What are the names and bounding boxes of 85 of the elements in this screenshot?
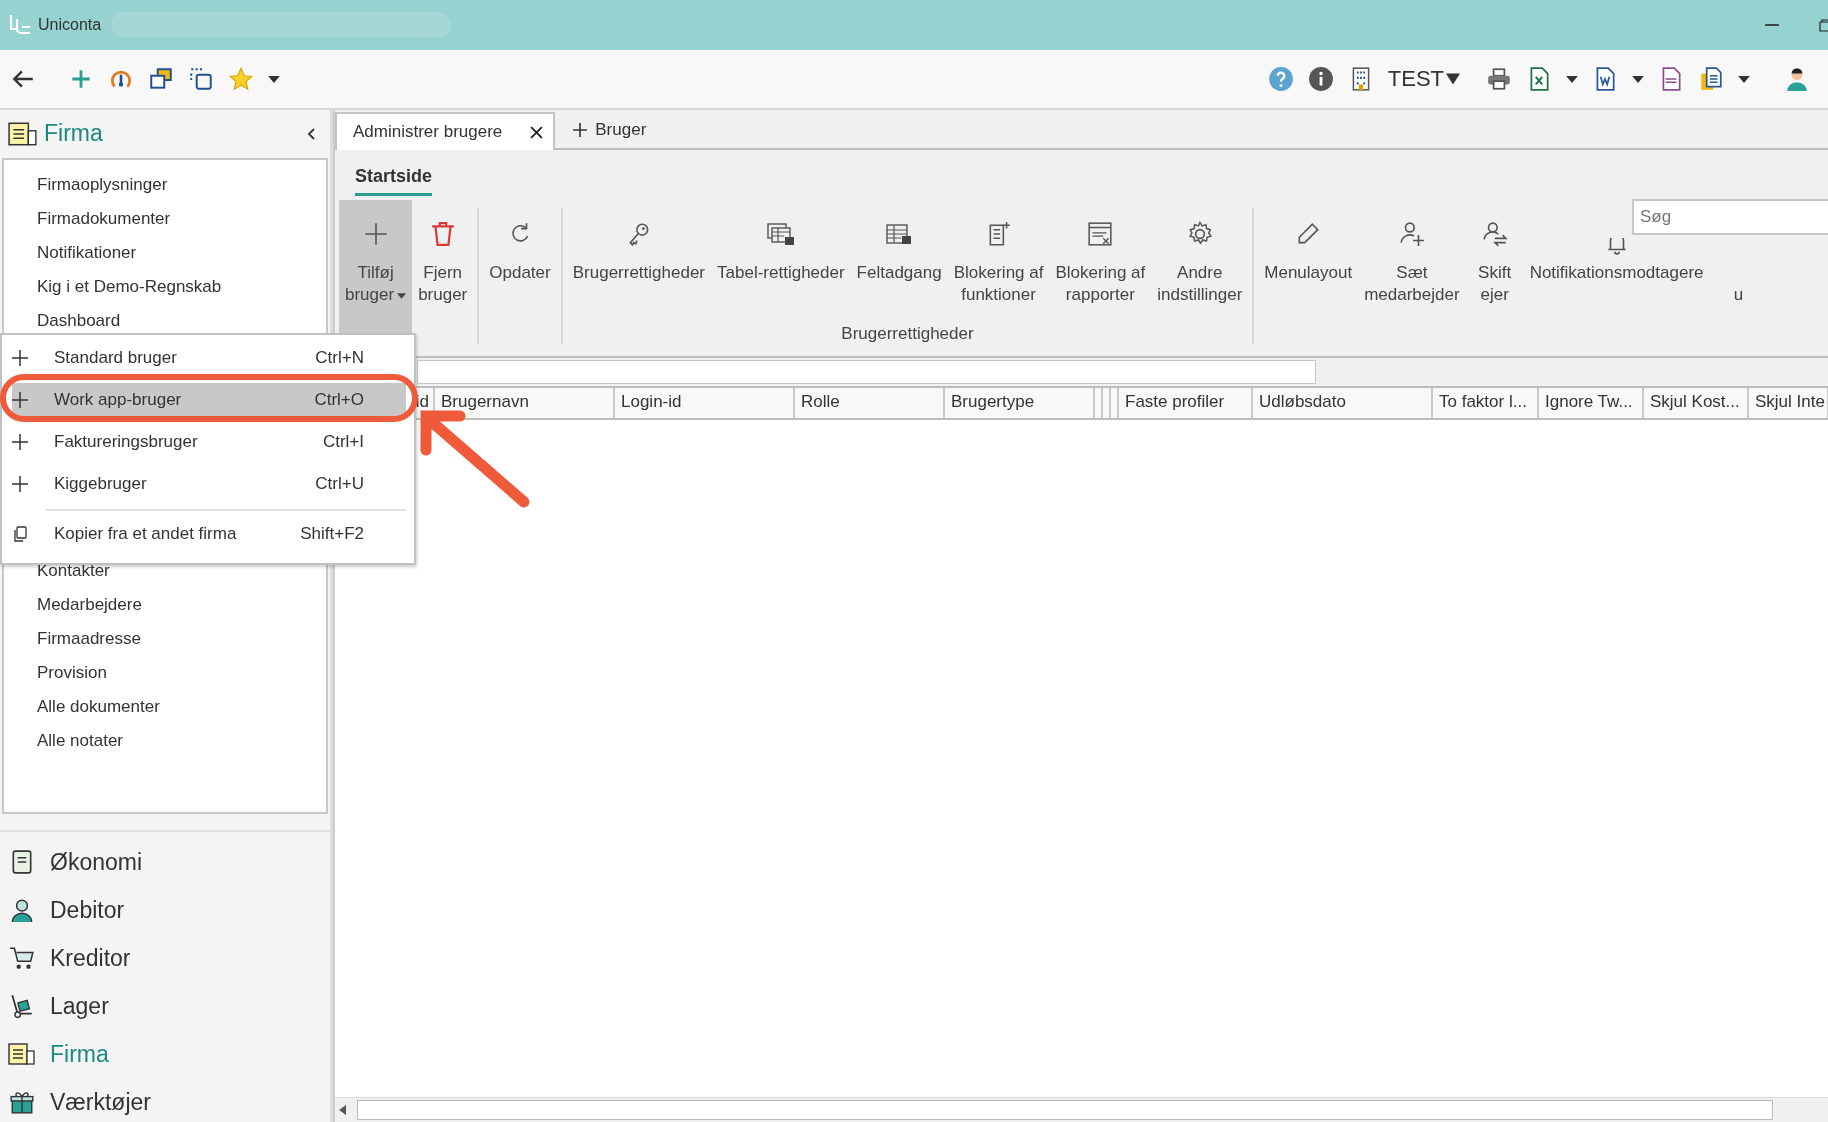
company-name[interactable]: TEST	[1387, 66, 1444, 92]
sidebar-item[interactable]: Firmadokumenter	[4, 201, 171, 236]
search-field[interactable]: Søg	[1632, 199, 1828, 235]
ribbon-button[interactable]: Andre indstillinger	[1151, 200, 1249, 318]
sidebar-item[interactable]: Alle notater	[4, 723, 123, 758]
sidebar-item[interactable]: Kig i et Demo-Regnskab	[4, 269, 222, 304]
plus-icon	[12, 476, 28, 492]
ribbon-tab[interactable]: Startside	[355, 166, 433, 196]
menu-item[interactable]: Faktureringsbruger Ctrl+I	[2, 425, 406, 459]
ribbon-button[interactable]: Feltadgang	[850, 200, 948, 318]
horizontal-scrollbar[interactable]	[335, 1097, 1828, 1122]
ribbon-button[interactable]: u	[1709, 238, 1768, 318]
module-item[interactable]: Lager	[0, 986, 119, 1026]
ribbon-button[interactable]: Skift ejer	[1465, 200, 1524, 318]
close-icon[interactable]	[530, 125, 544, 139]
ribbon-button[interactable]: Notifikationsmodtagere	[1523, 238, 1710, 318]
sidebar-item[interactable]: Firmaadresse	[4, 621, 141, 656]
plus-icon	[12, 350, 28, 366]
ribbon-button[interactable]: Menulayout	[1258, 200, 1359, 318]
table-icon	[885, 221, 914, 247]
module-item[interactable]: Firma	[0, 1034, 119, 1074]
ribbon-button[interactable]: Fjern bruger	[412, 200, 474, 318]
caret-icon[interactable]	[1738, 75, 1750, 83]
app-logo	[8, 13, 32, 37]
ribbon-button[interactable]: Brugerrettigheder	[566, 200, 712, 318]
plus-icon	[573, 123, 588, 137]
column-header[interactable]: Udløbsdato	[1253, 388, 1433, 418]
ribbon-button[interactable]: Tabel-rettigheder	[711, 200, 851, 318]
info-icon[interactable]	[1307, 66, 1334, 92]
caret-icon[interactable]	[1566, 75, 1578, 83]
restore-icon[interactable]	[1818, 18, 1828, 32]
column-header[interactable]: Faste profiler	[1119, 388, 1253, 418]
ribbon-button[interactable]: Sæt medarbejder	[1358, 200, 1466, 318]
column-header[interactable]: Ignore Tw...	[1539, 388, 1644, 418]
user-plus-icon	[1397, 221, 1426, 247]
window-title: Uniconta	[38, 16, 102, 34]
column-header[interactable]: Skjul Kost...	[1644, 388, 1749, 418]
sidebar-item[interactable]: Provision	[4, 655, 107, 690]
report-x-icon	[1086, 221, 1115, 247]
module-item[interactable]: Debitor	[0, 890, 135, 930]
copy-icon	[12, 526, 28, 542]
user-avatar-icon[interactable]	[1784, 66, 1810, 92]
column-header[interactable]: Rolle	[795, 388, 945, 418]
module-item[interactable]: Kreditor	[0, 938, 141, 978]
menu-item[interactable]: Work app-bruger Ctrl+O	[12, 383, 406, 417]
gift-icon	[8, 1089, 36, 1115]
sidebar-item[interactable]: Medarbejdere	[4, 587, 142, 622]
plus-icon	[12, 392, 28, 408]
scrollbar-thumb[interactable]	[357, 1100, 1773, 1120]
caret-icon	[397, 292, 407, 299]
ribbon-button[interactable]: Opdater	[483, 200, 557, 318]
company-icon	[8, 120, 38, 147]
printer-icon[interactable]	[1486, 66, 1512, 92]
tables-icon	[766, 221, 795, 247]
module-item[interactable]: Værktøjer	[0, 1082, 161, 1122]
sidebar-title: Firma	[44, 120, 103, 148]
column-header[interactable]: Login-id	[615, 388, 795, 418]
new-tab-button[interactable]: Bruger	[555, 112, 665, 148]
help-icon[interactable]	[1267, 66, 1294, 92]
caret-icon[interactable]	[1632, 75, 1644, 83]
document-tab[interactable]: Administrer brugere	[335, 112, 556, 150]
module-item[interactable]: Økonomi	[0, 842, 153, 882]
sidebar-item[interactable]: Notifikationer	[4, 235, 137, 270]
ribbon-button[interactable]: Blokering af funktioner	[947, 200, 1050, 318]
copy-icon[interactable]	[188, 66, 214, 92]
menu-item[interactable]: Kiggebruger Ctrl+U	[2, 467, 406, 501]
collapse-icon[interactable]	[306, 126, 316, 141]
column-header[interactable]: Brugertype	[945, 388, 1095, 418]
column-header[interactable]: Brugernavn	[435, 388, 615, 418]
clipboard-icon[interactable]	[1698, 66, 1724, 92]
caret-icon[interactable]	[1446, 73, 1460, 85]
sidebar-item[interactable]: Firmaoplysninger	[4, 167, 168, 202]
column-header[interactable]: To faktor l...	[1433, 388, 1539, 418]
group-label: Brugerrettigheder	[841, 324, 974, 344]
caret-icon[interactable]	[268, 75, 280, 83]
star-icon[interactable]	[228, 66, 254, 92]
plus-icon	[12, 434, 28, 450]
column-header[interactable]: Skjul Inte	[1749, 388, 1828, 418]
filter-field[interactable]	[417, 360, 1316, 384]
company-icon	[8, 1041, 36, 1067]
scroll-left-icon[interactable]	[339, 1105, 347, 1115]
cart-icon	[8, 945, 36, 971]
windows-icon[interactable]	[148, 66, 174, 92]
ribbon-button[interactable]: Blokering af rapporter	[1049, 200, 1152, 318]
sidebar-item[interactable]: Alle dokumenter	[4, 689, 160, 724]
